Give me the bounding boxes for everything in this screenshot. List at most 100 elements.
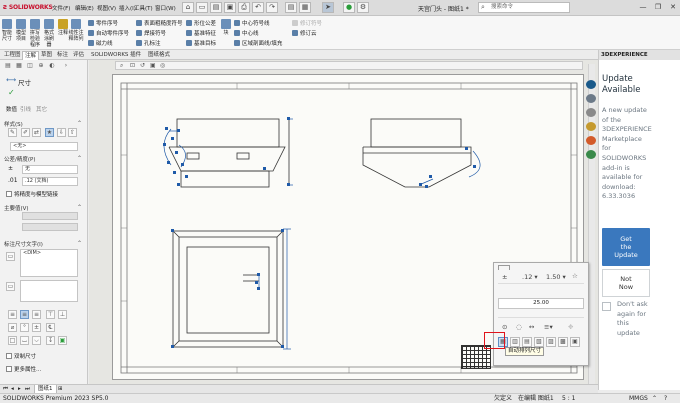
solidworks-logo[interactable]: ƨ SOLIDWORKS: [3, 3, 53, 11]
dim-text-below-field[interactable]: [20, 280, 78, 302]
not-now-button[interactable]: Not Now: [602, 269, 650, 297]
print-icon[interactable]: ⎙: [238, 2, 250, 13]
options-gear-icon[interactable]: ⚙: [357, 2, 369, 13]
area-hatch-button[interactable]: 区域剖面线/填充: [234, 39, 282, 47]
hole-callout-button[interactable]: 孔标注: [136, 39, 161, 47]
previous-view-icon[interactable]: ↺: [140, 62, 145, 69]
magnetic-line-button[interactable]: 磁力线: [88, 39, 113, 47]
align-collinear-icon[interactable]: ▤: [522, 337, 532, 347]
tab-sketch[interactable]: 草图: [39, 51, 54, 60]
center-mark-button[interactable]: 中心符号线: [234, 19, 270, 27]
primary-value-input[interactable]: [22, 223, 78, 231]
smart-dimension-button[interactable]: 智能尺寸: [1, 19, 13, 42]
align-middle-icon[interactable]: ⊥: [58, 310, 67, 319]
balloon-button[interactable]: 零件序号: [88, 19, 118, 27]
centerline-button[interactable]: 中心线: [234, 29, 259, 37]
menu-file[interactable]: 文件(F): [52, 4, 70, 12]
close-button[interactable]: ✕: [666, 2, 680, 13]
tab-drawing[interactable]: 工程图: [2, 51, 23, 60]
appearances-tab-icon[interactable]: [586, 136, 596, 145]
undo-icon[interactable]: ↶: [252, 2, 264, 13]
tab-annotation[interactable]: 注解: [22, 51, 40, 60]
revision-cloud-button[interactable]: 修订云: [292, 29, 317, 37]
menu-view[interactable]: 视图(V): [97, 4, 116, 12]
display-manager-icon[interactable]: ◐: [48, 62, 56, 70]
align-group-icon[interactable]: ▣: [570, 337, 580, 347]
text-above-icon[interactable]: ▭: [6, 252, 15, 261]
link-precision-checkbox[interactable]: 将精度与模型链接: [6, 190, 58, 198]
tab-markup[interactable]: 标注: [55, 51, 70, 60]
format-painter-button[interactable]: 格式涂刷器: [43, 19, 55, 48]
justify-right-icon[interactable]: ≡: [32, 310, 41, 319]
resources-tab-icon[interactable]: [586, 94, 596, 103]
open-file-icon[interactable]: ▤: [210, 2, 222, 13]
checkbox[interactable]: [6, 353, 12, 359]
checkbox[interactable]: [6, 366, 12, 372]
rebuild-icon[interactable]: ▤: [285, 2, 297, 13]
sheet-scale[interactable]: 5 : 1: [562, 394, 575, 403]
design-library-tab-icon[interactable]: [586, 108, 596, 117]
tab-evaluate[interactable]: 评估: [71, 51, 86, 60]
geometric-tolerance-button[interactable]: 形位公差: [186, 19, 216, 27]
save-style-icon[interactable]: ⇧: [68, 128, 77, 137]
counterbore-symbol-icon[interactable]: ⌴: [20, 336, 29, 345]
justify-left-icon[interactable]: ≡: [8, 310, 17, 319]
primary-value-group-header[interactable]: 主要值(V) ⌃: [4, 204, 82, 212]
datum-target-button[interactable]: 基准目标: [186, 39, 216, 47]
palette-favorite-icon[interactable]: ☆: [572, 272, 578, 280]
dim-text-field[interactable]: <DIM>: [20, 249, 78, 277]
menu-window[interactable]: 窗口(W): [155, 4, 176, 12]
square-symbol-icon[interactable]: □: [8, 336, 17, 345]
tolerance-type-icon[interactable]: ±: [502, 273, 507, 281]
unit-system[interactable]: MMGS: [629, 394, 648, 403]
depth-symbol-icon[interactable]: ↧: [46, 336, 55, 345]
dimension-value-field[interactable]: 25.00: [498, 298, 584, 309]
next-sheet-icon[interactable]: ▸: [18, 385, 21, 393]
display-style-icon[interactable]: ▣: [150, 62, 156, 69]
align-parallel-icon[interactable]: ▧: [534, 337, 544, 347]
property-manager-icon[interactable]: ▦: [15, 62, 23, 70]
palette-grip[interactable]: [498, 265, 510, 270]
tab-solidworks-addins[interactable]: SOLIDWORKS 插件: [89, 51, 143, 60]
auto-balloon-button[interactable]: 自动零件序号: [88, 29, 129, 37]
revision-symbol-button[interactable]: 修订符号: [292, 19, 322, 27]
add-sheet-icon[interactable]: ⊞: [58, 385, 63, 393]
model-items-button[interactable]: 模型项目: [15, 19, 27, 42]
traffic-light-icon[interactable]: ●: [343, 2, 355, 13]
weld-symbol-button[interactable]: 焊接符号: [136, 29, 166, 37]
hide-show-icon[interactable]: ◎: [160, 62, 165, 69]
maximize-button[interactable]: ❐: [651, 2, 665, 13]
zoom-fit-icon[interactable]: ⌕: [120, 62, 123, 70]
tolerance-select[interactable]: 无: [22, 165, 78, 174]
more-properties-checkbox[interactable]: 更多属性...: [6, 365, 41, 373]
linear-note-pattern-button[interactable]: 线性注释阵列: [68, 19, 84, 42]
centerline-symbol-icon[interactable]: ℄: [46, 323, 55, 332]
zoom-area-icon[interactable]: ⊡: [130, 62, 135, 69]
precision-dropdown-icon[interactable]: .12 ▾: [522, 273, 538, 281]
file-explorer-tab-icon[interactable]: [586, 122, 596, 131]
first-sheet-icon[interactable]: ⏮: [3, 385, 8, 393]
text-below-icon[interactable]: ▭: [6, 282, 15, 291]
align-ordinate-icon[interactable]: ▩: [558, 337, 568, 347]
arrow-style-icon[interactable]: ↔: [529, 323, 534, 331]
more-symbols-icon[interactable]: ▣: [58, 336, 67, 345]
checkbox[interactable]: [6, 191, 12, 197]
precision-select[interactable]: .12 (文档): [22, 177, 78, 186]
dim-text-style-icon[interactable]: ⊙: [502, 323, 507, 331]
redo-icon[interactable]: ↷: [266, 2, 278, 13]
select-arrow-icon[interactable]: ➤: [322, 2, 334, 13]
dim-text-group-header[interactable]: 标注尺寸文字(I) ⌃: [4, 240, 82, 248]
3dexperience-tab-icon[interactable]: [586, 80, 596, 89]
minimize-button[interactable]: —: [636, 2, 650, 13]
countersink-symbol-icon[interactable]: ⌵: [32, 336, 41, 345]
favorite-star-icon[interactable]: ★: [45, 128, 54, 137]
config-manager-icon[interactable]: ◫: [26, 62, 34, 70]
style-icon-1[interactable]: ✎: [8, 128, 17, 137]
layer-icon[interactable]: ✥: [568, 323, 573, 331]
style-icon-2[interactable]: ✐: [21, 128, 30, 137]
plus-minus-symbol-icon[interactable]: ±: [32, 323, 41, 332]
subtab-other[interactable]: 其它: [36, 105, 47, 113]
diameter-symbol-icon[interactable]: ⌀: [8, 323, 17, 332]
subtab-value[interactable]: 数值: [6, 105, 17, 113]
dimxpert-icon[interactable]: ⊕: [37, 62, 45, 70]
